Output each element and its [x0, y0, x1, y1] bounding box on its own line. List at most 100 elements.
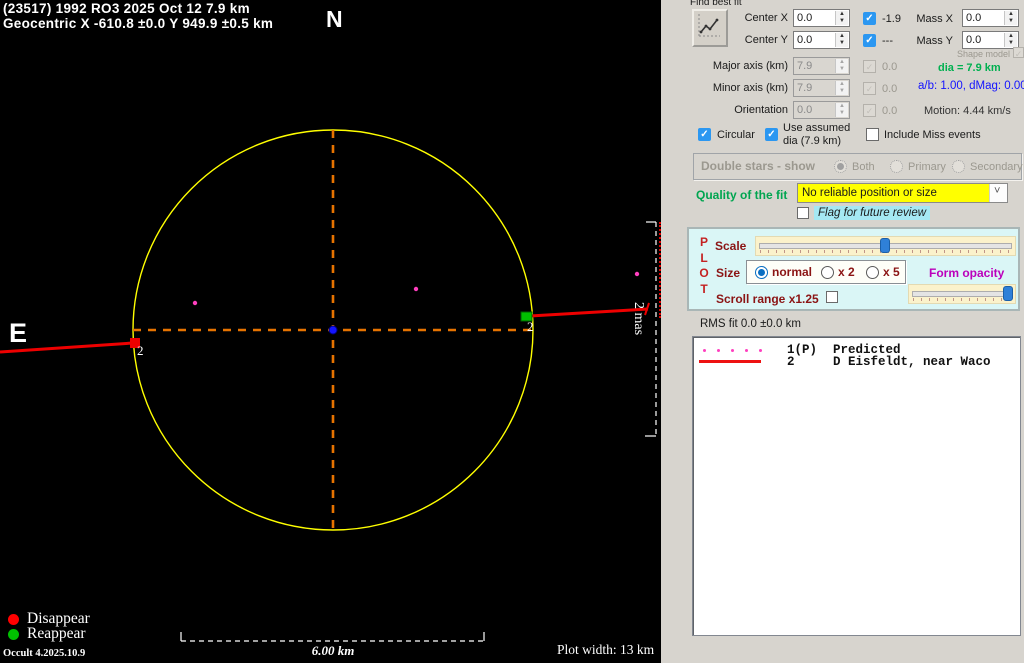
km-scale-label: 6.00 km	[302, 643, 364, 659]
size-x5-label: x 5	[883, 265, 900, 279]
scroll-range-checkbox[interactable]	[826, 291, 838, 303]
scale-slider-thumb[interactable]	[880, 238, 890, 253]
double-primary-label: Primary	[908, 161, 946, 173]
form-opacity-slider[interactable]	[908, 284, 1016, 304]
east-direction-label: E	[9, 318, 27, 349]
scale-label: Scale	[715, 239, 746, 253]
flag-review-label: Flag for future review	[814, 206, 930, 220]
km-scalebar	[181, 632, 484, 641]
legend-reappear-label: Reappear	[27, 625, 86, 643]
center-x-spinner[interactable]: ▲▼	[835, 11, 848, 25]
circular-checkbox[interactable]	[698, 128, 711, 141]
spin-up-icon: ▲	[836, 81, 848, 88]
center-x-offset-value: -1.9	[882, 13, 901, 25]
size-normal-radio[interactable]	[755, 266, 768, 279]
spin-down-icon: ▼	[836, 66, 848, 73]
major-axis-label: Major axis (km)	[688, 60, 788, 72]
shape-model-checkbox[interactable]	[1013, 47, 1024, 58]
observer-id: 2	[787, 355, 795, 369]
quality-of-fit-value: No reliable position or size	[802, 187, 937, 199]
mass-y-spinner[interactable]: ▲▼	[1004, 33, 1017, 47]
use-assumed-line1: Use assumed	[783, 122, 850, 134]
mass-y-input[interactable]: 0.0▲▼	[962, 31, 1019, 49]
scale-slider[interactable]	[755, 236, 1016, 256]
quality-of-fit-combobox[interactable]: No reliable position or size	[797, 183, 1008, 203]
opacity-slider-thumb[interactable]	[1003, 286, 1013, 301]
observer-name: D Eisfeldt, near Waco	[833, 355, 991, 369]
center-y-offset-value: ---	[882, 35, 893, 47]
size-option-group: normal x 2 x 5	[746, 260, 906, 284]
double-secondary-radio	[952, 160, 965, 173]
spin-down-icon: ▼	[836, 40, 848, 47]
center-x-checkbox[interactable]	[863, 12, 876, 25]
circular-label: Circular	[717, 129, 755, 141]
predicted-dot	[193, 301, 197, 305]
flag-review-checkbox[interactable]	[797, 207, 809, 219]
center-x-input[interactable]: 0.0▲▼	[793, 9, 850, 27]
center-y-label: Center Y	[728, 34, 788, 46]
mass-x-spinner[interactable]: ▲▼	[1004, 11, 1017, 25]
fit-control-panel: Find best fit Center X 0.0▲▼ -1.9 Mass X…	[661, 0, 1024, 663]
observer-listbox[interactable]: 1(P) Predicted 2 D Eisfeldt, near Waco	[692, 336, 1021, 636]
use-assumed-line2: dia (7.9 km)	[783, 135, 841, 147]
center-y-spinner[interactable]: ▲▼	[835, 33, 848, 47]
mas-scalebar	[645, 222, 656, 436]
size-x5-radio[interactable]	[866, 266, 879, 279]
mass-y-label: Mass Y	[911, 35, 953, 47]
observed-chord-line-icon	[699, 360, 761, 363]
spin-down-icon: ▼	[1005, 40, 1017, 47]
minor-axis-input: 7.9▲▼	[793, 79, 850, 97]
predicted-dotted-line-icon	[703, 349, 773, 352]
minor-axis-spinner: ▲▼	[835, 81, 848, 95]
spin-down-icon: ▼	[836, 110, 848, 117]
orientation-checkbox	[863, 104, 876, 117]
spin-down-icon: ▼	[836, 18, 848, 25]
minor-axis-label: Minor axis (km)	[688, 82, 788, 94]
size-normal-label: normal	[772, 265, 812, 279]
center-y-checkbox[interactable]	[863, 34, 876, 47]
orientation-input: 0.0▲▼	[793, 101, 850, 119]
find-best-fit-button[interactable]	[692, 9, 728, 47]
major-axis-spinner: ▲▼	[835, 59, 848, 73]
form-opacity-label: Form opacity	[929, 266, 1004, 280]
spin-up-icon: ▲	[836, 103, 848, 110]
plot-title: (23517) 1992 RO3 2025 Oct 12 7.9 km	[3, 1, 250, 16]
reappear-dot-icon	[8, 629, 19, 640]
orientation-adj-value: 0.0	[882, 105, 897, 117]
ab-ratio-readout: a/b: 1.00, dMag: 0.00	[918, 80, 1024, 92]
center-y-input[interactable]: 0.0▲▼	[793, 31, 850, 49]
plot-vertical-label: P L O T	[697, 235, 711, 297]
chord-number-left: 2	[137, 343, 144, 359]
mass-x-input[interactable]: 0.0▲▼	[962, 9, 1019, 27]
occult-app-window: (23517) 1992 RO3 2025 Oct 12 7.9 km Geoc…	[0, 0, 1024, 663]
double-both-radio	[834, 160, 847, 173]
combo-dropdown-icon[interactable]	[989, 184, 1007, 202]
mass-x-label: Mass X	[911, 13, 953, 25]
double-both-label: Both	[852, 161, 875, 173]
occultation-plot[interactable]: (23517) 1992 RO3 2025 Oct 12 7.9 km Geoc…	[0, 0, 661, 663]
spin-up-icon: ▲	[1005, 33, 1017, 40]
center-marker	[329, 326, 337, 334]
plot-canvas	[0, 0, 661, 663]
double-stars-label: Double stars - show	[701, 159, 815, 173]
opacity-slider-groove	[912, 291, 1012, 297]
predicted-dot	[414, 287, 418, 291]
size-x2-radio[interactable]	[821, 266, 834, 279]
spin-down-icon: ▼	[1005, 18, 1017, 25]
plot-controls-box: P L O T Scale Size normal x 2 x 5 Form o…	[687, 227, 1020, 311]
predicted-dot	[635, 272, 639, 276]
find-best-fit-label: Find best fit	[690, 0, 742, 8]
include-miss-checkbox[interactable]	[866, 128, 879, 141]
plot-width-label: Plot width: 13 km	[557, 642, 654, 658]
fit-chart-icon	[696, 12, 722, 40]
orientation-spinner: ▲▼	[835, 103, 848, 117]
spin-up-icon: ▲	[836, 33, 848, 40]
double-stars-groupbox: Double stars - show Both Primary Seconda…	[693, 153, 1022, 180]
shape-model-label: Shape model	[957, 49, 1010, 59]
spin-up-icon: ▲	[836, 11, 848, 18]
rms-fit-label: RMS fit 0.0 ±0.0 km	[700, 318, 801, 330]
disappear-dot-icon	[8, 614, 19, 625]
opacity-slider-ticks	[913, 298, 1011, 301]
size-label: Size	[716, 266, 740, 280]
use-assumed-dia-checkbox[interactable]	[765, 128, 778, 141]
